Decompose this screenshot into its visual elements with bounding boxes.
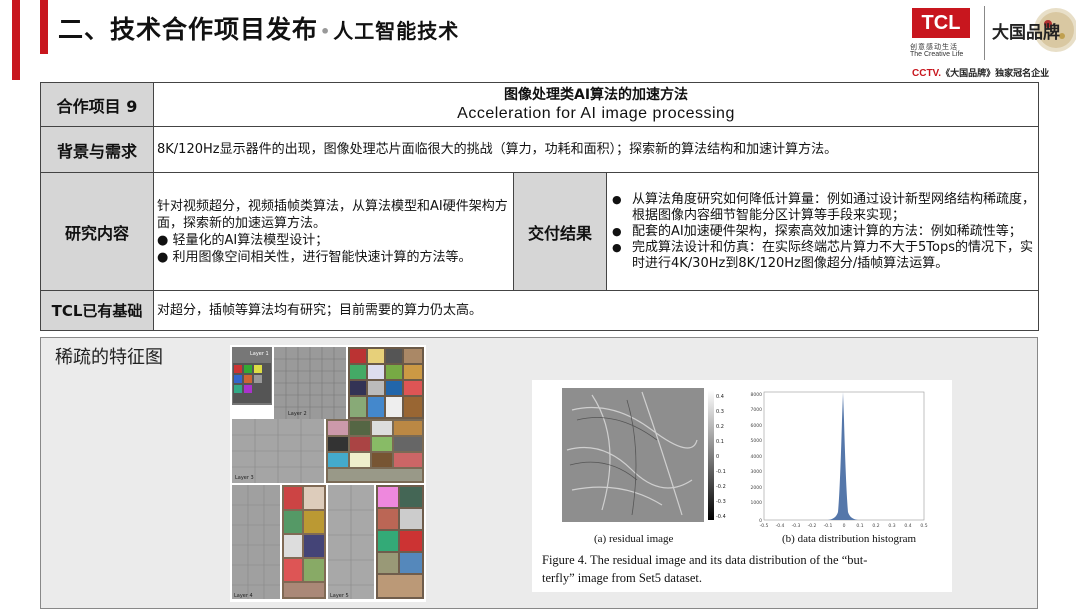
project-label: 合作项目 9 [40,82,154,127]
hist-y-tick: 1000 [751,500,763,506]
brand-slogan-en: The Creative Life [910,51,964,58]
deliverables-content: 从算法角度研究如何降低计算量：例如通过设计新型网络结构稀疏度，根据图像内容细节智… [605,172,1040,291]
hist-x-tick: 0.2 [872,523,879,529]
hist-y-tick: 7000 [751,407,763,413]
tcl-base-label: TCL已有基础 [40,290,154,331]
background-text: 8K/120Hz显示器件的出现，图像处理芯片面临很大的挑战（算力，功耗和面积）；… [152,126,1040,173]
cctv-logo: CCTV. [912,68,942,79]
residual-figure: 0.4 0.3 0.2 0.1 0 -0.1 -0.2 -0.3 -0.4 80… [532,380,952,592]
accent-bar [12,0,20,80]
layer-label: Layer 2 [288,411,307,417]
figure-label: 稀疏的特征图 [55,347,163,368]
page-title-main: 二、技术合作项目发布 [58,15,319,44]
title-separator: • [320,21,332,41]
table-row: 合作项目 9 图像处理类AI算法的加速方法 Acceleration for A… [40,82,1040,127]
caption-b: (b) data distribution histogram [782,533,917,545]
table-row: TCL已有基础 对超分，插帧等算法均有研究；目前需要的算力仍太高。 [40,290,1040,331]
research-line: ● 轻量化的AI算法模型设计； [157,232,329,248]
deliverable-item: 从算法角度研究如何降低计算量：例如通过设计新型网络结构稀疏度，根据图像内容细节智… [612,192,1035,224]
deliverables-label: 交付结果 [513,172,607,291]
hist-x-tick: 0.1 [856,523,863,529]
layer-label: Layer 1 [250,351,269,357]
hist-x-tick: -0.1 [824,523,833,529]
deliverable-item: 配套的AI加速硬件架构，探索高效加速计算的方法：例如稀疏性等； [612,224,1035,240]
tcl-logo: TCL [912,8,970,38]
colorbar-tick: 0.4 [716,394,724,400]
figure-caption-line: Figure 4. The residual image and its dat… [542,553,867,567]
hist-x-tick: 0.5 [920,523,927,529]
project-title-en: Acceleration for AI image processing [457,105,735,122]
project-table: 合作项目 9 图像处理类AI算法的加速方法 Acceleration for A… [40,82,1040,331]
colorbar-tick: -0.4 [716,514,726,520]
accent-bar-title [40,0,48,54]
caption-a: (a) residual image [594,533,674,545]
deliverable-item: 完成算法设计和仿真：在实际终端芯片算力不大于5Tops的情况下，实时进行4K/3… [612,240,1035,272]
colorbar-tick: 0.1 [716,439,724,445]
hist-x-tick: -0.2 [808,523,817,529]
colorbar-tick: 0.3 [716,409,724,415]
layer4-block [232,485,280,599]
colorbar-tick: -0.1 [716,469,726,475]
hist-x-tick: 0.4 [904,523,911,529]
hist-y-tick: 2000 [751,485,763,491]
national-brand-logo: 大国品牌 [992,8,1076,52]
hist-y-tick: 5000 [751,438,763,444]
colorbar-tick: -0.2 [716,484,726,490]
research-content: 针对视频超分，视频插帧类算法，从算法模型和AI硬件架构方面，探索新的加速运算方法… [153,172,514,291]
hist-x-tick: -0.5 [760,523,769,529]
colorbar-tick: 0 [716,454,719,460]
hist-x-tick: 0.3 [888,523,895,529]
page-title-sub: 人工智能技术 [333,19,460,43]
research-line: ● 利用图像空间相关性，进行智能快速计算的方法等。 [157,249,472,265]
hist-x-tick: -0.4 [776,523,785,529]
hist-y-tick: 8000 [751,392,763,398]
research-label: 研究内容 [40,172,154,291]
tcl-base-text: 对超分，插帧等算法均有研究；目前需要的算力仍太高。 [152,290,1040,331]
svg-text:大国品牌: 大国品牌 [992,22,1060,43]
layer-label: Layer 3 [235,475,254,481]
sparse-feature-map-image: Layer 1 Layer 2 Layer 3 Layer 4 Layer 5 [230,345,426,602]
colorbar-tick: 0.2 [716,424,724,430]
layer-label: Layer 4 [234,593,253,599]
hist-x-tick: -0.3 [792,523,801,529]
colorbar-tick: -0.3 [716,499,726,505]
hist-y-tick: 4000 [751,454,763,460]
page-title: 二、技术合作项目发布 • 人工智能技术 [58,10,459,46]
research-line: 针对视频超分，视频插帧类算法，从算法模型和AI硬件架构方面，探索新的加速运算方法… [157,198,508,231]
table-row: 背景与需求 8K/120Hz显示器件的出现，图像处理芯片面临很大的挑战（算力，功… [40,126,1040,173]
hist-y-tick: 6000 [751,423,763,429]
layer-label: Layer 5 [330,593,349,599]
logo-divider [984,6,985,60]
project-title-cell: 图像处理类AI算法的加速方法 Acceleration for AI image… [152,82,1040,127]
cctv-sponsor-text: 《大国品牌》独家冠名企业 [941,69,1050,79]
background-label: 背景与需求 [40,126,154,173]
figure-caption-line: terfly” image from Set5 dataset. [542,571,702,585]
hist-x-tick: 0 [843,523,846,529]
table-row: 研究内容 针对视频超分，视频插帧类算法，从算法模型和AI硬件架构方面，探索新的加… [40,172,1040,291]
project-title-cn: 图像处理类AI算法的加速方法 [503,87,689,103]
colorbar [708,390,714,520]
hist-y-tick: 3000 [751,469,763,475]
cctv-sponsor-line: CCTV.《大国品牌》独家冠名企业 [912,66,1049,79]
